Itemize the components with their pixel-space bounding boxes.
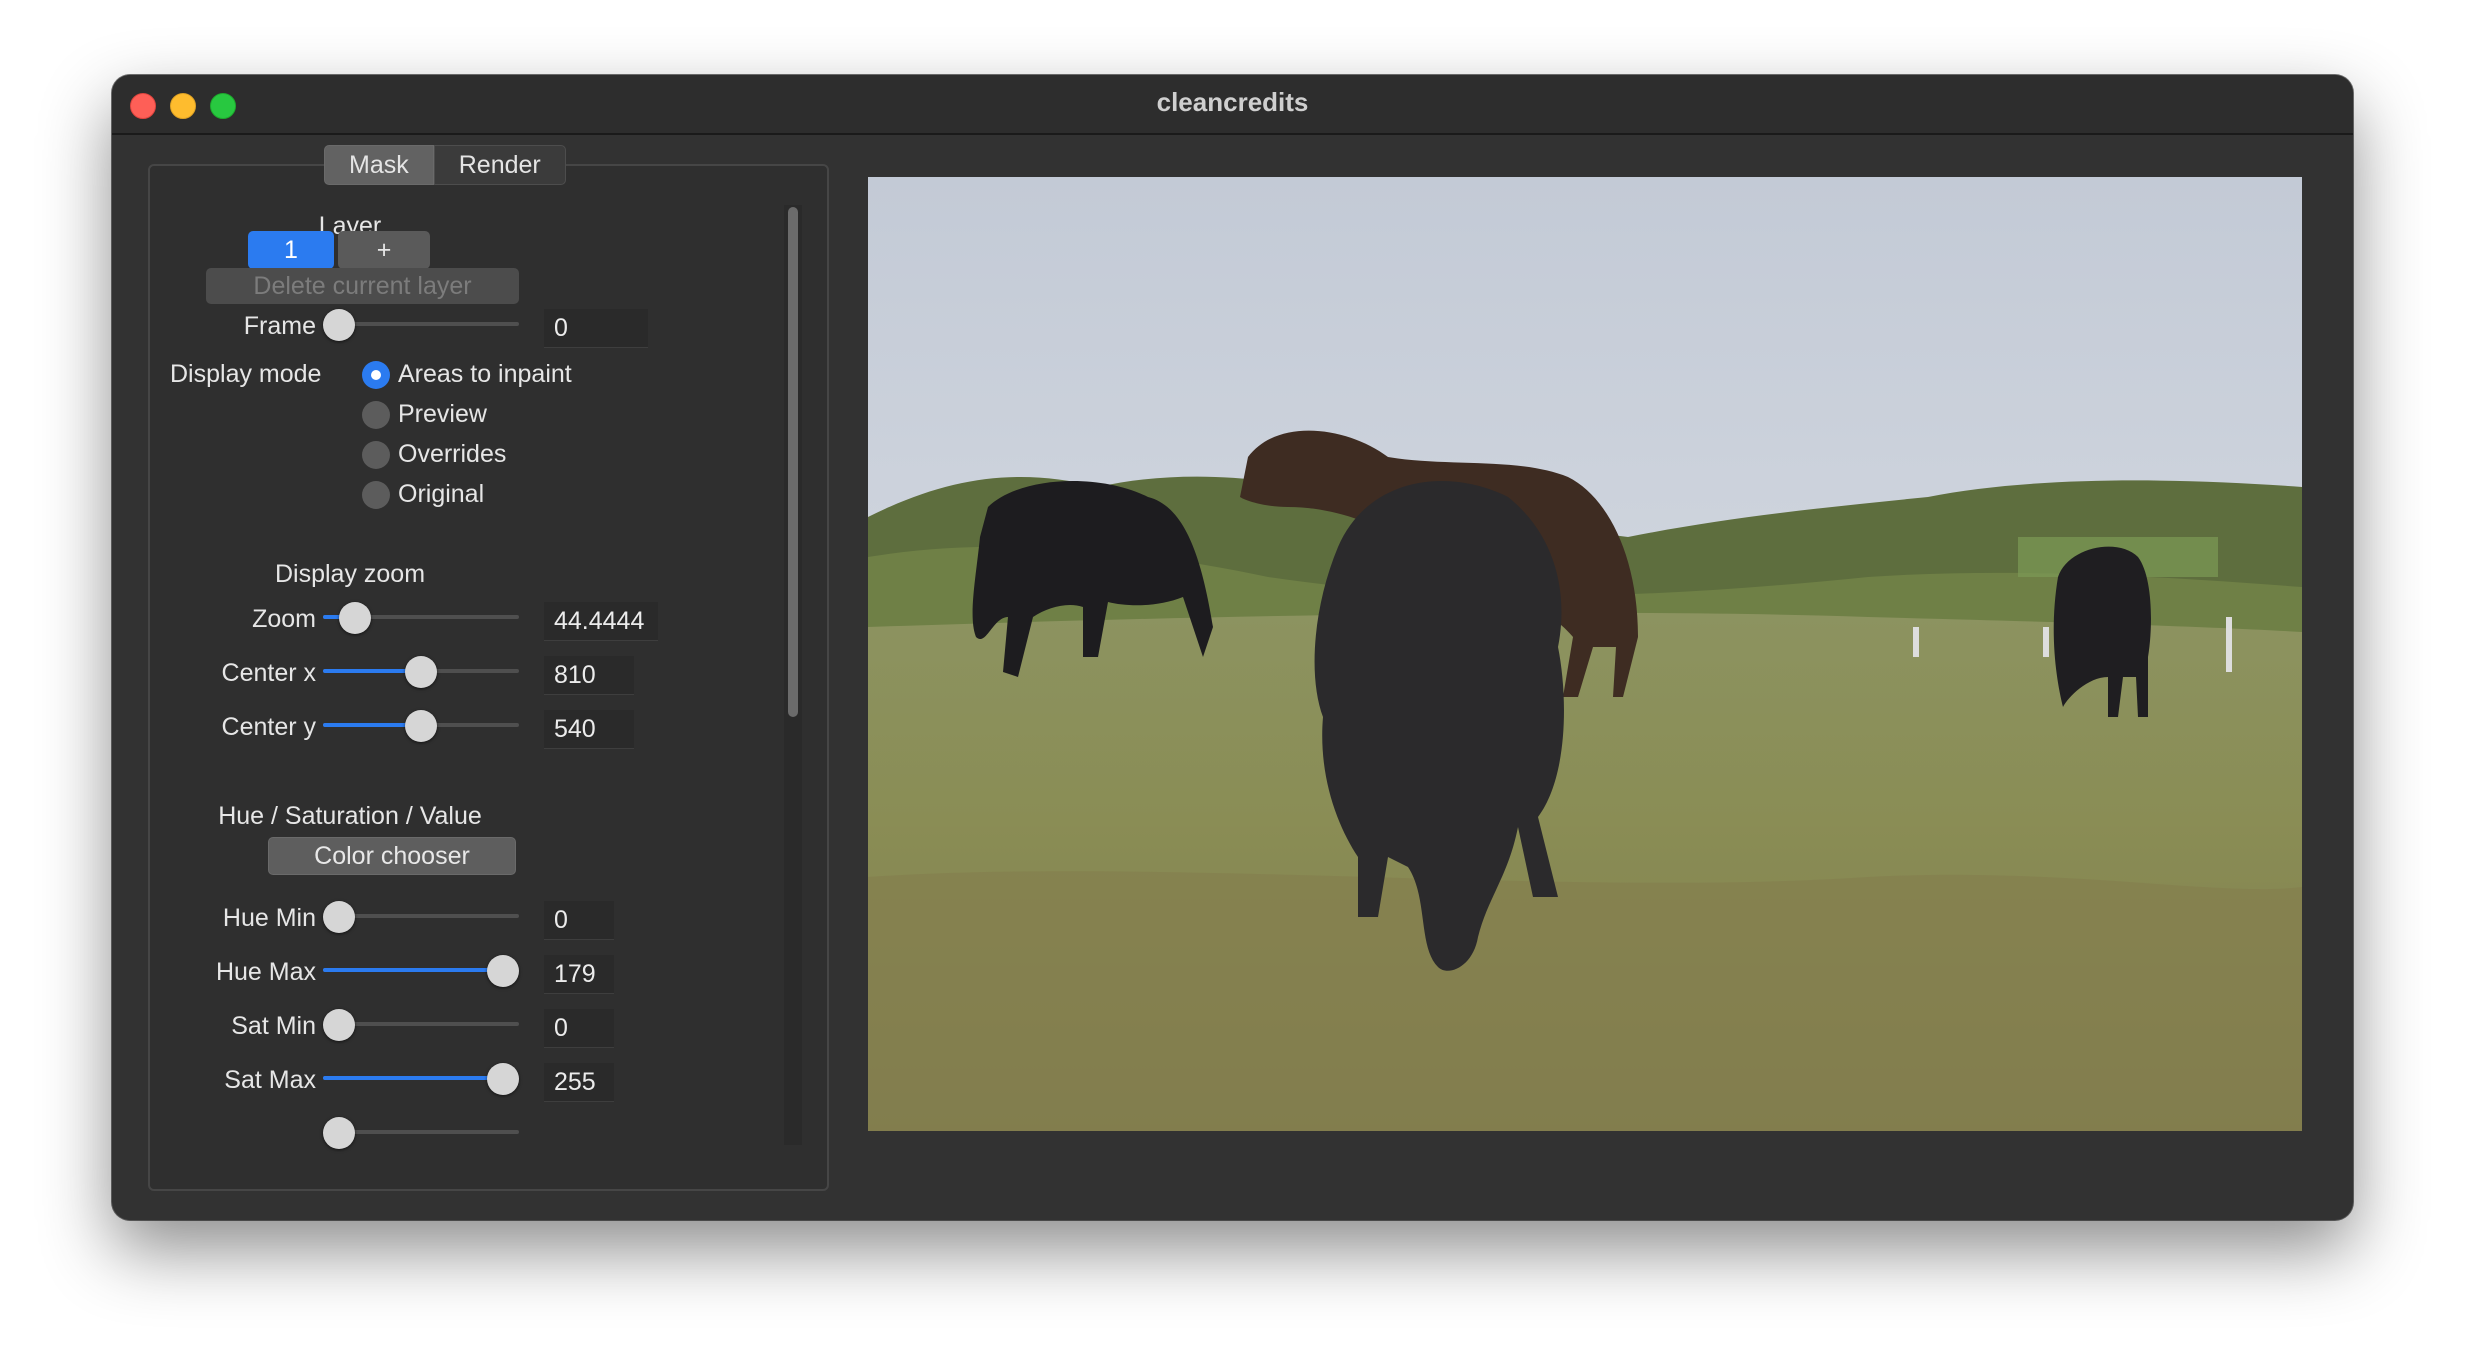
slider-fill bbox=[323, 968, 503, 972]
slider-knob[interactable] bbox=[339, 602, 372, 634]
slider-knob[interactable] bbox=[323, 901, 355, 933]
video-preview[interactable] bbox=[868, 177, 2302, 1131]
display-mode-label: Display mode bbox=[170, 360, 322, 388]
radio-dot bbox=[362, 361, 390, 389]
center-y-slider[interactable] bbox=[323, 710, 519, 742]
add-layer-button[interactable]: + bbox=[338, 231, 430, 269]
sat-max-field[interactable]: 255 bbox=[544, 1063, 614, 1102]
next-slider-partial[interactable] bbox=[323, 1117, 519, 1149]
sat-max-label: Sat Max bbox=[224, 1066, 316, 1094]
delete-layer-button[interactable]: Delete current layer bbox=[206, 268, 519, 304]
zoom-label: Zoom bbox=[252, 605, 316, 633]
hue-max-label: Hue Max bbox=[215, 958, 316, 986]
radio-dot bbox=[362, 401, 390, 429]
radio-label: Preview bbox=[398, 400, 487, 428]
slider-knob[interactable] bbox=[323, 1009, 355, 1041]
preview-image bbox=[868, 177, 2302, 1131]
color-chooser-button[interactable]: Color chooser bbox=[268, 837, 516, 875]
mask-settings-scroll-area: Layer 1 + Delete current layer Frame 0 D… bbox=[170, 195, 788, 1163]
radio-label: Areas to inpaint bbox=[398, 360, 572, 388]
display-zoom-title: Display zoom bbox=[274, 560, 426, 588]
center-y-label: Center y bbox=[221, 713, 316, 741]
hue-min-label: Hue Min bbox=[222, 904, 316, 932]
hue-max-slider[interactable] bbox=[323, 955, 519, 987]
hue-min-slider[interactable] bbox=[323, 901, 519, 933]
sat-max-slider[interactable] bbox=[323, 1063, 519, 1095]
frame-slider[interactable] bbox=[323, 309, 519, 341]
scrollbar-thumb[interactable] bbox=[788, 207, 798, 717]
center-y-field[interactable]: 540 bbox=[544, 710, 634, 749]
sat-min-slider[interactable] bbox=[323, 1009, 519, 1041]
frame-field[interactable]: 0 bbox=[544, 309, 648, 348]
slider-knob[interactable] bbox=[405, 656, 437, 688]
tab-mask[interactable]: Mask bbox=[324, 145, 434, 185]
slider-knob[interactable] bbox=[487, 955, 519, 987]
app-window: cleancredits Mask Render Layer 1 + Delet… bbox=[112, 75, 2353, 1220]
sat-min-field[interactable]: 0 bbox=[544, 1009, 614, 1048]
slider-knob[interactable] bbox=[487, 1063, 519, 1095]
radio-label: Overrides bbox=[398, 440, 507, 468]
sat-min-label: Sat Min bbox=[231, 1012, 316, 1040]
title-bar: cleancredits bbox=[112, 75, 2353, 135]
slider-fill bbox=[323, 1076, 503, 1080]
hue-max-field[interactable]: 179 bbox=[544, 955, 614, 994]
center-x-slider[interactable] bbox=[323, 656, 519, 688]
window-title: cleancredits bbox=[1156, 87, 1309, 117]
center-x-label: Center x bbox=[221, 659, 316, 687]
radio-dot bbox=[362, 441, 390, 469]
radio-label: Original bbox=[398, 480, 485, 508]
zoom-field[interactable]: 44.4444 bbox=[544, 602, 658, 641]
tab-render[interactable]: Render bbox=[433, 145, 566, 185]
slider-knob[interactable] bbox=[323, 1117, 355, 1149]
radio-dot bbox=[362, 481, 390, 509]
slider-knob[interactable] bbox=[323, 309, 355, 341]
hsv-title: Hue / Saturation / Value bbox=[218, 802, 482, 830]
center-x-field[interactable]: 810 bbox=[544, 656, 634, 695]
frame-label: Frame bbox=[243, 312, 316, 340]
tab-bar: Mask Render bbox=[324, 145, 566, 185]
layer-1-button[interactable]: 1 bbox=[248, 231, 334, 269]
zoom-slider[interactable] bbox=[323, 602, 519, 634]
settings-scrollbar[interactable] bbox=[784, 205, 802, 1145]
hue-min-field[interactable]: 0 bbox=[544, 901, 614, 940]
slider-knob[interactable] bbox=[405, 710, 437, 742]
